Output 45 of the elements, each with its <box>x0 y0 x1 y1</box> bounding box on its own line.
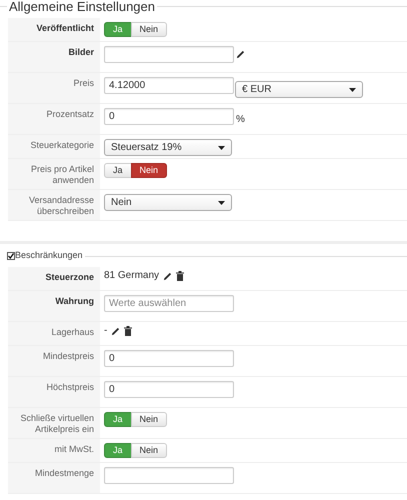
field-label: Mindestpreis <box>42 351 94 362</box>
field-label: Veröffentlicht <box>36 23 94 34</box>
input-field[interactable]: 0 <box>104 350 234 367</box>
field-label: Wahrung <box>55 296 94 307</box>
section-title: Beschränkungen <box>15 249 83 262</box>
field-label: Steuerzone <box>45 272 94 283</box>
field-label: Lagerhaus <box>51 327 94 338</box>
input-field[interactable]: 0 <box>104 381 234 398</box>
currency-select[interactable]: € EUR <box>235 81 363 98</box>
field-label: Steuerkategorie <box>30 140 94 151</box>
field-label: Preis pro Artikel anwenden <box>30 164 94 186</box>
field-label: Schließe virtuellen Artikelpreis ein <box>19 413 94 435</box>
check-icon <box>8 253 14 259</box>
pencil-icon[interactable] <box>163 272 172 280</box>
dropdown-select[interactable]: Steuersatz 19% <box>104 139 232 156</box>
field-label: mit MwSt. <box>54 444 94 455</box>
toggle-option[interactable]: Nein <box>130 163 168 178</box>
input-field[interactable]: Werte auswählen <box>104 295 234 312</box>
trash-icon[interactable] <box>124 326 132 336</box>
dropdown-select[interactable]: Nein <box>104 194 232 211</box>
pencil-icon[interactable] <box>236 50 245 59</box>
caret-icon <box>349 88 356 92</box>
input-field[interactable]: 0 <box>104 108 234 125</box>
field-label: Versandadresse überschreiben <box>28 195 94 217</box>
field-label: Bilder <box>68 47 94 58</box>
input-field[interactable] <box>104 467 234 484</box>
image-path-field[interactable] <box>104 46 234 63</box>
section-checkbox[interactable] <box>7 252 15 260</box>
unit-label: % <box>236 115 245 125</box>
field-label: Mindestmenge <box>34 468 94 479</box>
field-label: Preis <box>73 78 94 89</box>
trash-icon[interactable] <box>176 271 184 281</box>
caret-icon <box>218 200 225 204</box>
value-text: - <box>104 326 108 336</box>
toggle-option[interactable]: Nein <box>130 443 168 458</box>
toggle-option[interactable]: Ja <box>104 163 132 178</box>
value-text: 81 Germany <box>104 271 160 281</box>
field-label: Prozentsatz <box>46 109 94 120</box>
section-title: Allgemeine Einstellungen <box>8 0 156 13</box>
caret-icon <box>218 146 225 150</box>
toggle-option[interactable]: Nein <box>130 22 168 37</box>
toggle-option[interactable]: Nein <box>130 412 168 427</box>
field-label: Höchstpreis <box>46 382 94 393</box>
price-field[interactable]: 4.12000 <box>104 77 234 94</box>
pencil-icon[interactable] <box>111 326 120 336</box>
